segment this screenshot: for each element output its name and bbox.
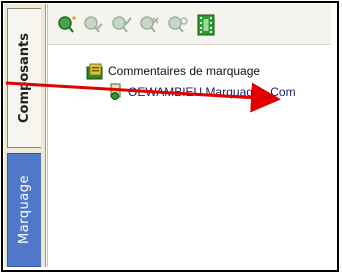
markup-toolbar: [48, 4, 331, 45]
reject-markup-icon: [140, 16, 159, 33]
film-icon: [197, 14, 215, 36]
markup-tree: Commentaires de marquage OEWAMBIEU Marqu…: [48, 45, 331, 267]
tree-node-child-label: OEWAMBIEU Marquage - Com: [128, 85, 296, 99]
reject-markup-button[interactable]: [138, 15, 162, 35]
add-markup-icon: [58, 16, 76, 33]
edit-markup-button[interactable]: [82, 15, 106, 35]
accept-markup-button[interactable]: [110, 15, 134, 35]
film-button[interactable]: [194, 14, 218, 36]
tree-node-root[interactable]: Commentaires de marquage: [86, 62, 316, 82]
accept-markup-icon: [112, 16, 132, 33]
tree-node-child[interactable]: OEWAMBIEU Marquage - Com: [108, 83, 331, 103]
settings-markup-button[interactable]: [166, 15, 190, 35]
tab-composants-label: Composants: [17, 33, 32, 123]
markup-folder-icon: [86, 63, 103, 80]
tab-marquage-label: Marquage: [17, 175, 32, 245]
markup-file-icon: [110, 83, 121, 100]
markup-panel: Commentaires de marquage OEWAMBIEU Marqu…: [47, 4, 331, 267]
tab-composants[interactable]: Composants: [7, 8, 41, 148]
edit-markup-icon: [84, 16, 103, 33]
tab-marquage[interactable]: Marquage: [7, 153, 41, 267]
settings-markup-icon: [168, 16, 188, 33]
add-markup-button[interactable]: [56, 15, 80, 35]
tree-node-root-label: Commentaires de marquage: [108, 64, 261, 78]
vertical-tab-bar: Composants Marquage: [4, 4, 46, 267]
